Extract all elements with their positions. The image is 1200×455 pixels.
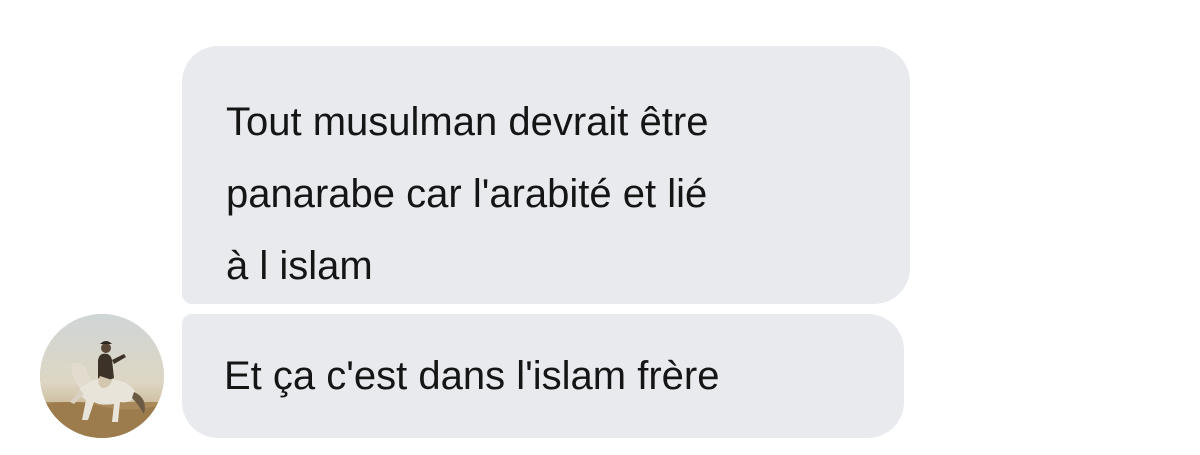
message-bubble-1[interactable]: Tout musulman devrait être panarabe car … <box>182 46 910 304</box>
message-bubble-2[interactable]: Et ça c'est dans l'islam frère <box>182 314 904 438</box>
message-text-1: Tout musulman devrait être panarabe car … <box>226 100 709 288</box>
horse-rider-icon <box>40 314 164 438</box>
message-text-2: Et ça c'est dans l'islam frère <box>224 354 720 398</box>
avatar[interactable] <box>40 314 164 438</box>
chat-screen: Tout musulman devrait être panarabe car … <box>0 0 1200 455</box>
